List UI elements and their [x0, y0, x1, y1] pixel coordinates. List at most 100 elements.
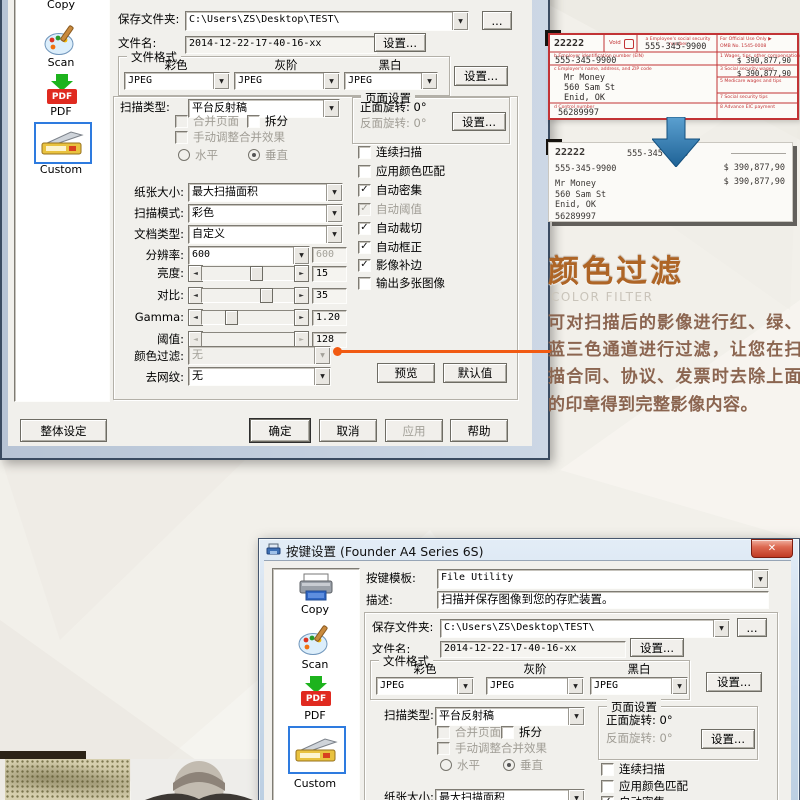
descreen-combo[interactable]: 无 ▼	[188, 367, 331, 386]
chevron-down-icon[interactable]: ▼	[314, 368, 330, 385]
continuous-scan-checkbox[interactable]: 连续扫描	[358, 146, 422, 159]
sidebar-item-custom-label[interactable]: Custom	[14, 163, 108, 176]
radio-dot[interactable]	[178, 149, 190, 161]
checkbox-box[interactable]	[175, 131, 188, 144]
global-settings-button[interactable]: 整体设定	[20, 419, 107, 442]
chevron-down-icon[interactable]: ▼	[567, 678, 583, 694]
scanner-icon[interactable]	[39, 127, 85, 157]
doc-type-combo[interactable]: 自定义 ▼	[188, 225, 343, 244]
chevron-down-icon[interactable]: ▼	[326, 205, 342, 222]
save-folder-combo[interactable]: C:\Users\ZS\Desktop\TEST\ ▼	[440, 619, 730, 638]
scanner-icon[interactable]	[293, 734, 339, 764]
sidebar-item-pdf-label[interactable]: PDF	[14, 105, 108, 118]
chevron-down-icon[interactable]: ▼	[421, 73, 437, 89]
checkbox-box[interactable]: ✓	[358, 203, 371, 216]
checkbox-box[interactable]: ✓	[358, 259, 371, 272]
gamma-thumb[interactable]	[225, 310, 238, 325]
preview-button[interactable]: 预览	[377, 363, 435, 383]
format-gray-combo[interactable]: JPEG ▼	[234, 72, 340, 90]
manual-merge-checkbox[interactable]: 手动调整合并效果	[437, 742, 547, 755]
chevron-down-icon[interactable]: ▼	[713, 620, 729, 637]
filename-field[interactable]: 2014-12-22-17-40-16-xx	[185, 36, 377, 54]
format-bw-combo[interactable]: JPEG ▼	[590, 677, 688, 695]
paper-size-combo[interactable]: 最大扫描面积 ▼	[435, 789, 585, 800]
checkbox-box[interactable]	[437, 726, 450, 739]
continuous-scan-checkbox[interactable]: 连续扫描	[601, 763, 665, 776]
checkbox-box[interactable]	[501, 726, 514, 739]
browse-button[interactable]: ...	[482, 11, 512, 30]
format-color-combo[interactable]: JPEG ▼	[124, 72, 230, 90]
chevron-down-icon[interactable]: ▼	[568, 790, 584, 800]
multi-image-checkbox[interactable]: 输出多张图像	[358, 277, 445, 290]
checkbox-box[interactable]	[437, 742, 450, 755]
filename-settings-button[interactable]: 设置...	[630, 638, 684, 657]
auto-deskew-checkbox[interactable]: ✓自动框正	[358, 241, 422, 254]
color-match-checkbox[interactable]: 应用颜色匹配	[601, 780, 688, 793]
pdf-badge-icon[interactable]: PDF	[301, 691, 331, 706]
format-gray-combo[interactable]: JPEG ▼	[486, 677, 584, 695]
edge-fill-checkbox[interactable]: ✓影像补边	[358, 259, 422, 272]
chevron-down-icon[interactable]: ▼	[671, 678, 687, 694]
format-color-combo[interactable]: JPEG ▼	[376, 677, 474, 695]
checkbox-box[interactable]	[358, 146, 371, 159]
filename-field[interactable]: 2014-12-22-17-40-16-xx	[440, 641, 626, 658]
brightness-value[interactable]: 15	[312, 266, 347, 282]
checkbox-box[interactable]	[601, 763, 614, 776]
merge-pages-checkbox[interactable]: 合并页面	[437, 726, 501, 739]
color-match-checkbox[interactable]: 应用颜色匹配	[358, 165, 445, 178]
help-button[interactable]: 帮助	[450, 419, 508, 442]
pdf-arrow-icon[interactable]	[310, 676, 322, 683]
chevron-down-icon[interactable]: ▼	[323, 100, 339, 117]
sidebar-item-copy-label[interactable]: Copy	[14, 0, 108, 11]
horizontal-radio[interactable]: 水平	[440, 757, 480, 773]
auto-threshold-checkbox[interactable]: ✓自动阈值	[358, 203, 422, 216]
sidebar-item-pdf-label[interactable]: PDF	[268, 709, 362, 722]
sidebar-item-copy-label[interactable]: Copy	[268, 603, 362, 616]
checkbox-box[interactable]	[358, 277, 371, 290]
split-checkbox[interactable]: 拆分	[501, 726, 542, 739]
pdf-arrow-icon[interactable]	[56, 74, 68, 81]
vertical-radio[interactable]: 垂直	[248, 147, 288, 163]
printer-icon[interactable]	[296, 572, 336, 602]
vertical-radio[interactable]: 垂直	[503, 757, 543, 773]
chevron-down-icon[interactable]: ▼	[293, 247, 309, 264]
chevron-down-icon[interactable]: ▼	[457, 678, 473, 694]
checkbox-box[interactable]: ✓	[358, 184, 371, 197]
gamma-value[interactable]: 1.20	[312, 310, 347, 326]
checkbox-box[interactable]: ✓	[601, 796, 614, 800]
brightness-right-arrow[interactable]: ►	[294, 265, 309, 282]
browse-button[interactable]: ...	[737, 618, 767, 637]
resolution-combo[interactable]: 600 ▼	[188, 246, 310, 265]
chevron-down-icon[interactable]: ▼	[752, 570, 768, 588]
sidebar-item-scan-label[interactable]: Scan	[268, 658, 362, 671]
checkbox-box[interactable]	[358, 165, 371, 178]
sidebar-item-custom-label[interactable]: Custom	[268, 777, 362, 790]
key-template-combo[interactable]: File Utility ▼	[437, 569, 769, 589]
manual-merge-checkbox[interactable]: 手动调整合并效果	[175, 131, 285, 144]
palette-icon[interactable]	[298, 624, 332, 656]
scan-type-combo[interactable]: 平台反射稿 ▼	[435, 707, 585, 726]
merge-pages-checkbox[interactable]: 合并页面	[175, 115, 239, 128]
checkbox-box[interactable]: ✓	[358, 241, 371, 254]
ok-button[interactable]: 确定	[250, 419, 310, 442]
auto-density-checkbox[interactable]: ✓自动密集	[601, 796, 665, 800]
rotation-settings-button[interactable]: 设置...	[452, 112, 506, 131]
gamma-right-arrow[interactable]: ►	[294, 309, 309, 326]
chevron-down-icon[interactable]: ▼	[323, 73, 339, 89]
checkbox-box[interactable]	[601, 780, 614, 793]
brightness-track[interactable]	[201, 266, 296, 281]
rotation-settings-button[interactable]: 设置...	[701, 729, 755, 749]
contrast-value[interactable]: 35	[312, 288, 347, 304]
gamma-track[interactable]	[201, 310, 296, 325]
cancel-button[interactable]: 取消	[319, 419, 377, 442]
save-folder-combo[interactable]: C:\Users\ZS\Desktop\TEST\ ▼	[185, 11, 469, 31]
chevron-down-icon[interactable]: ▼	[326, 184, 342, 201]
checkbox-box[interactable]	[247, 115, 260, 128]
format-settings-button[interactable]: 设置...	[454, 66, 508, 86]
description-field[interactable]: 扫描并保存图像到您的存贮装置。	[437, 591, 769, 609]
sidebar-item-scan-label[interactable]: Scan	[14, 56, 108, 69]
horizontal-radio[interactable]: 水平	[178, 147, 218, 163]
contrast-track[interactable]	[201, 288, 296, 303]
radio-dot[interactable]	[440, 759, 452, 771]
auto-density-checkbox[interactable]: ✓自动密集	[358, 184, 422, 197]
